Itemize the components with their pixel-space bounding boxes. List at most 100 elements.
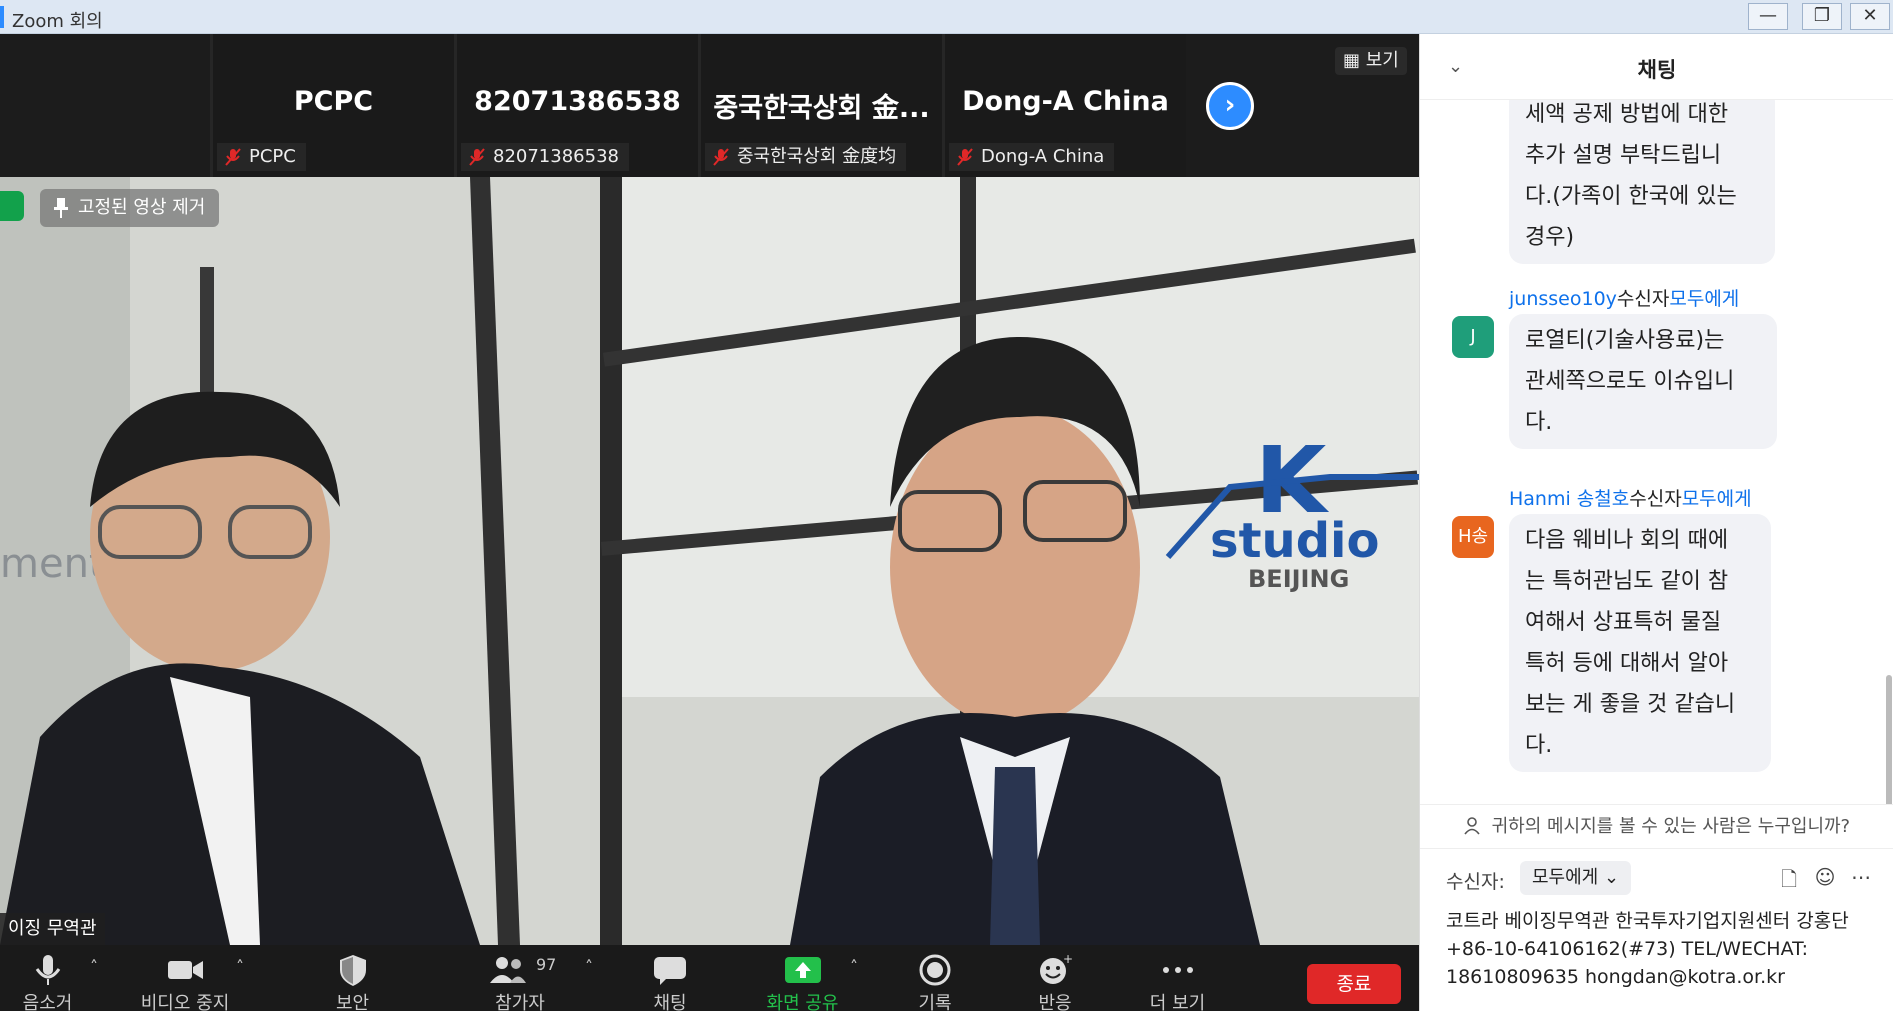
message-line: 관세쪽으로도 이슈입니 <box>1525 369 1735 394</box>
avatar: H송 <box>1452 516 1494 558</box>
video-camera-icon <box>168 961 203 979</box>
share-screen-icon <box>784 957 821 983</box>
svg-text:studio: studio <box>1210 513 1379 569</box>
speaker-name-label: 이징 무역관 <box>0 913 105 945</box>
avatar: J <box>1452 316 1494 358</box>
video-area: PCPC PCPC 82071386538 82071386538 중국한국상회… <box>0 34 1419 945</box>
view-button-label: 보기 <box>1365 50 1399 71</box>
chat-title: 채팅 <box>1637 58 1677 82</box>
stop-video-label: 비디오 중지 <box>140 993 230 1011</box>
message-line: 여해서 상표특허 물질 <box>1525 610 1722 635</box>
recipient-name: 모두에게 <box>1681 488 1752 510</box>
participant-label: 82071386538 <box>461 143 629 171</box>
recipient-word: 수신자 <box>1616 288 1670 310</box>
recipient-select[interactable]: 모두에게 ⌄ <box>1520 861 1632 895</box>
message-line: 보는 게 좋을 것 같습니 <box>1525 692 1736 717</box>
participant-label: 중국한국상회 金度均 <box>705 143 907 171</box>
chat-message-input[interactable]: 코트라 베이징무역관 한국투자기업지원센터 강홍단 +86-10-6410616… <box>1446 907 1876 991</box>
stop-video-button[interactable]: 비디오 중지 <box>130 945 240 1011</box>
message-line: 는 특허관님도 같이 참 <box>1525 569 1729 594</box>
message-line: 다. <box>1525 410 1553 435</box>
zoom-app-icon <box>0 6 4 28</box>
svg-text:+: + <box>1063 953 1073 966</box>
muted-mic-icon <box>469 148 485 166</box>
view-button[interactable]: ▦ 보기 <box>1335 47 1407 75</box>
restore-button[interactable]: ❐ <box>1802 3 1842 30</box>
sender-name[interactable]: Hanmi 송철호 <box>1509 488 1629 510</box>
pin-icon <box>54 198 68 218</box>
svg-text:BEIJING: BEIJING <box>1248 565 1349 593</box>
participant-thumbnail[interactable]: Dong-A China Dong-A China <box>942 34 1186 177</box>
participants-options-caret-icon[interactable]: ˄ <box>585 957 593 976</box>
more-options-icon[interactable]: ⋯ <box>1848 865 1874 891</box>
participant-name: 중국한국상회 金... <box>713 93 930 124</box>
window-title: Zoom 회의 <box>12 11 103 32</box>
chat-compose-area: 수신자: 모두에게 ⌄ 🗋 ☺ ⋯ 코트라 베이징무역관 한국투자기업지원센터 … <box>1420 848 1893 1011</box>
muted-mic-icon <box>713 148 729 166</box>
participant-thumbnail[interactable]: 중국한국상회 金... 중국한국상회 金度均 <box>698 34 942 177</box>
sender-name[interactable]: junsseo10y <box>1509 288 1617 310</box>
unpin-video-button[interactable]: 고정된 영상 제거 <box>40 189 220 227</box>
reactions-label: 반응 <box>1038 993 1072 1011</box>
person-icon <box>1464 817 1480 835</box>
muted-mic-icon <box>957 148 973 166</box>
chat-icon <box>654 957 686 985</box>
participant-thumbnail[interactable]: PCPC PCPC <box>210 34 454 177</box>
reaction-icon: + <box>1040 953 1073 984</box>
mute-button[interactable]: 음소거 <box>10 945 85 1011</box>
encryption-shield-icon[interactable] <box>0 191 24 221</box>
message-line: 다.(가족이 한국에 있는 <box>1525 184 1737 209</box>
chat-messages[interactable]: 세액 공제 방법에 대한 추가 설명 부탁드립니 다.(가족이 한국에 있는 경… <box>1420 100 1893 804</box>
record-button[interactable]: 기록 <box>895 945 975 1011</box>
participants-icon <box>490 957 526 983</box>
meeting-toolbar: 음소거 ˄ 비디오 중지 ˄ 보안 참가자 97 ˄ 채팅 화면 공유 ˄ 기록 <box>0 945 1419 1011</box>
participant-thumbnail[interactable]: 82071386538 82071386538 <box>454 34 698 177</box>
recipient-word: 수신자 <box>1629 488 1682 510</box>
message-line: 추가 설명 부탁드립니 <box>1525 143 1722 168</box>
video-options-caret-icon[interactable]: ˄ <box>236 957 244 976</box>
grid-icon: ▦ <box>1343 50 1366 71</box>
unpin-video-label: 고정된 영상 제거 <box>78 197 206 218</box>
security-button[interactable]: 보안 <box>315 945 390 1011</box>
message-sender-line: Hanmi 송철호수신자모두에게 <box>1509 484 1752 511</box>
minimize-button[interactable]: — <box>1748 3 1788 30</box>
chat-message-bubble: 다음 웨비나 회의 때에 는 특허관님도 같이 참 여해서 상표특허 물질 특허… <box>1509 514 1771 772</box>
record-label: 기록 <box>918 993 952 1011</box>
chat-button[interactable]: 채팅 <box>630 945 710 1011</box>
emoji-icon[interactable]: ☺ <box>1812 865 1838 891</box>
participant-name: PCPC <box>293 86 374 117</box>
participant-label: Dong-A China <box>949 143 1115 171</box>
reactions-button[interactable]: + 반응 <box>1015 945 1095 1011</box>
message-visibility-text: 귀하의 메시지를 볼 수 있는 사람은 누구입니까? <box>1491 816 1851 837</box>
more-label: 더 보기 <box>1149 993 1206 1011</box>
chat-panel: ⌄ 채팅 세액 공제 방법에 대한 추가 설명 부탁드립니 다.(가족이 한국에… <box>1419 34 1893 1011</box>
end-meeting-button[interactable]: 종료 <box>1307 964 1401 1004</box>
message-line: 경우) <box>1525 225 1575 250</box>
close-button[interactable]: ✕ <box>1850 3 1890 30</box>
share-options-caret-icon[interactable]: ˄ <box>850 957 858 976</box>
chat-message-bubble: 로열티(기술사용료)는 관세쪽으로도 이슈입니 다. <box>1509 314 1777 449</box>
zoom-meeting-window: Zoom 회의 — ❐ ✕ PCPC PCPC 82071386538 8207… <box>0 0 1893 1011</box>
participant-label-text: Dong-A China <box>981 146 1105 167</box>
participant-count: 97 <box>536 955 557 974</box>
title-bar: Zoom 회의 — ❐ ✕ <box>0 0 1893 34</box>
more-button[interactable]: 더 보기 <box>1130 945 1225 1011</box>
svg-text:ment: ment <box>0 541 105 587</box>
message-visibility-link[interactable]: 귀하의 메시지를 볼 수 있는 사람은 누구입니까? <box>1420 804 1893 848</box>
recipient-select-value: 모두에게 <box>1532 867 1599 888</box>
chevron-down-icon: ⌄ <box>1603 867 1620 888</box>
chat-header: ⌄ 채팅 <box>1420 34 1893 100</box>
record-icon <box>919 954 951 986</box>
audio-options-caret-icon[interactable]: ˄ <box>90 957 98 976</box>
file-icon[interactable]: 🗋 <box>1776 865 1802 891</box>
participant-label: PCPC <box>217 143 306 171</box>
participant-label-text: PCPC <box>249 146 296 167</box>
participant-label-text: 중국한국상회 金度均 <box>737 146 897 167</box>
share-screen-button[interactable]: 화면 공유 <box>755 945 850 1011</box>
chat-scrollbar[interactable] <box>1886 675 1892 804</box>
message-line: 다. <box>1525 733 1553 758</box>
participant-name: Dong-A China <box>962 86 1169 117</box>
chat-label: 채팅 <box>653 993 687 1011</box>
more-icon <box>1162 967 1193 973</box>
next-page-button[interactable]: › <box>1206 82 1254 130</box>
